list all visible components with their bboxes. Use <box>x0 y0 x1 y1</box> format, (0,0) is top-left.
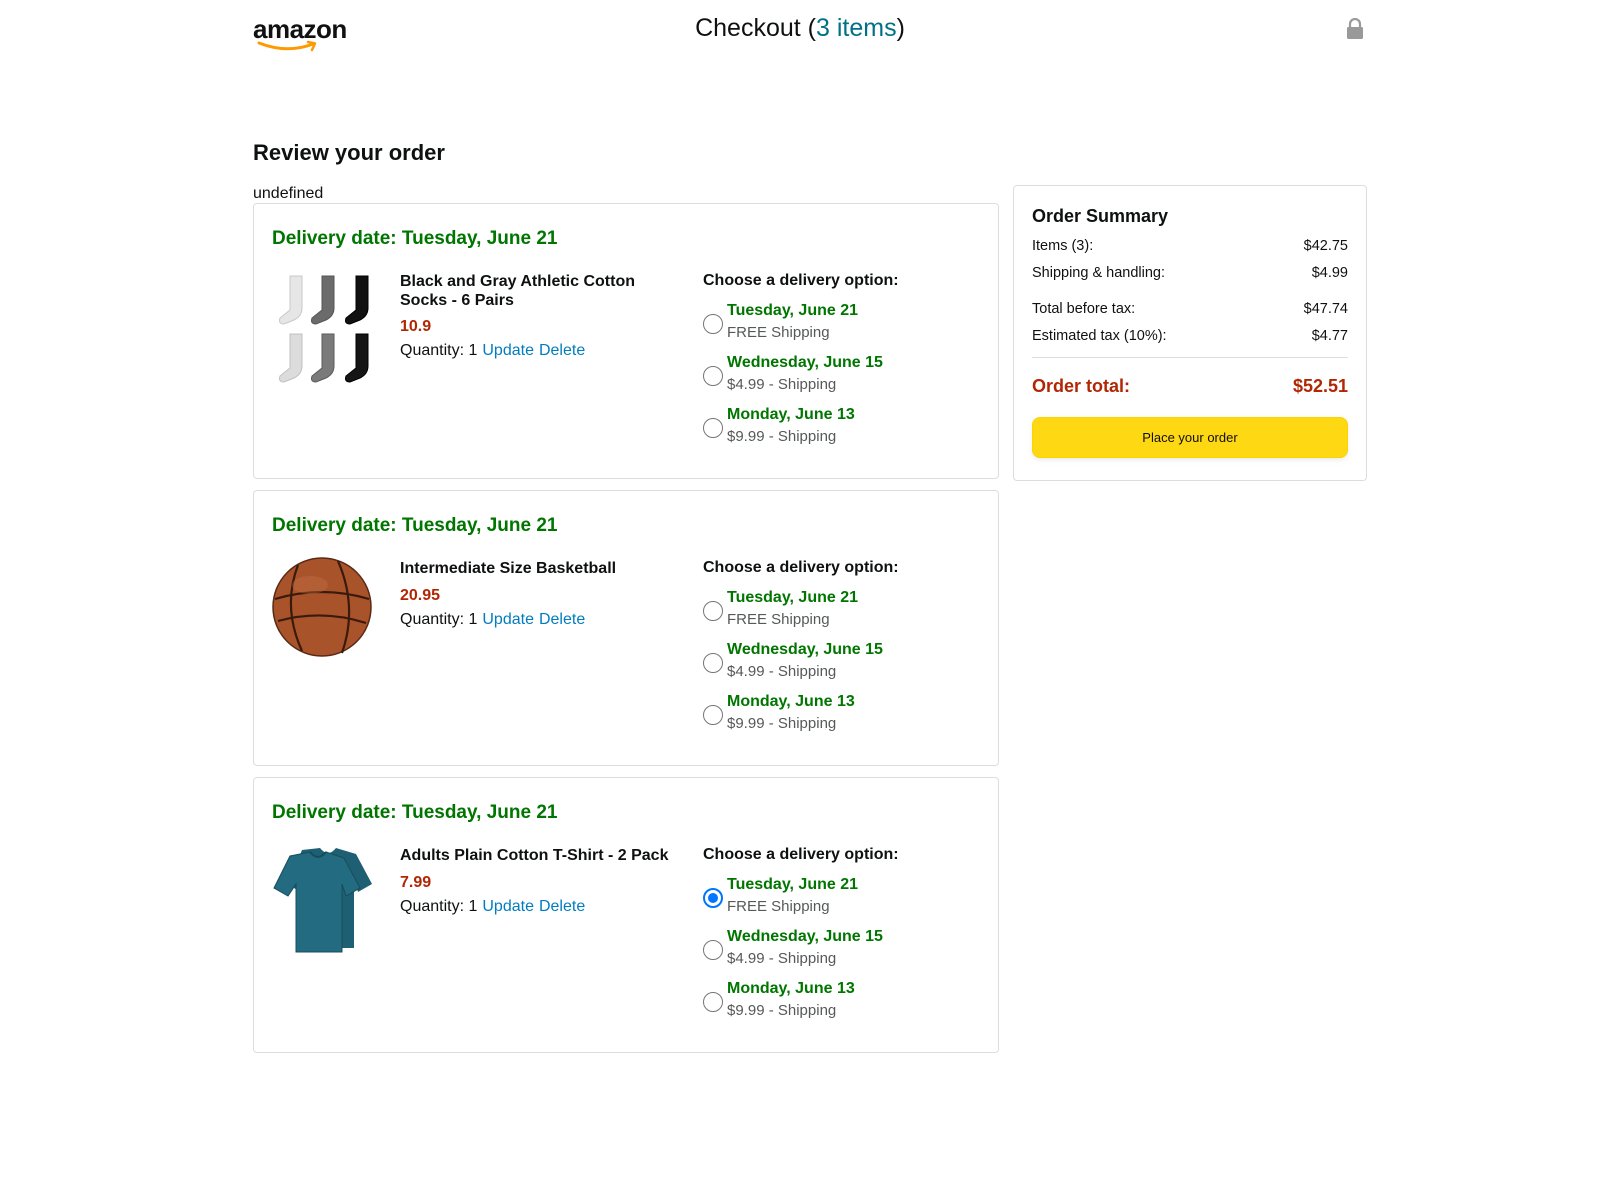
lock-icon <box>1347 18 1363 39</box>
update-quantity-link[interactable]: Update <box>482 342 534 359</box>
delivery-option-cost: FREE Shipping <box>727 324 830 341</box>
delivery-option-cost: FREE Shipping <box>727 898 830 915</box>
place-order-button[interactable]: Place your order <box>1032 417 1348 458</box>
product-quantity: Quantity: 1 Update Delete <box>400 898 586 915</box>
delivery-option[interactable]: Wednesday, June 15 $4.99 - Shipping <box>703 641 963 687</box>
delete-item-link[interactable]: Delete <box>539 898 585 915</box>
delivery-option-radio[interactable] <box>703 888 723 908</box>
delivery-option-date: Monday, June 13 <box>727 693 855 710</box>
delivery-option-date: Tuesday, June 21 <box>727 876 859 893</box>
delete-item-link[interactable]: Delete <box>539 342 585 359</box>
delivery-option-radio[interactable] <box>703 940 723 960</box>
delivery-date: Delivery date: Tuesday, June 21 <box>272 228 558 249</box>
delivery-option-radio[interactable] <box>703 418 723 438</box>
summary-value: $4.99 <box>1311 265 1348 281</box>
summary-value: $47.74 <box>1303 301 1348 317</box>
product-price: 20.95 <box>400 587 441 604</box>
product-quantity: Quantity: 1 Update Delete <box>400 611 586 628</box>
product-name: Black and Gray Athletic Cotton Socks - 6… <box>400 273 635 309</box>
order-summary: Order Summary Items (3): $42.75 Shipping… <box>1013 185 1367 481</box>
delivery-option-radio[interactable] <box>703 314 723 334</box>
basketball-product-image <box>272 557 372 657</box>
order-summary-title: Order Summary <box>1032 206 1169 226</box>
delivery-option-radio[interactable] <box>703 705 723 725</box>
socks-product-image <box>279 275 369 383</box>
summary-label: Estimated tax (10%): <box>1032 328 1167 344</box>
delivery-option-date: Monday, June 13 <box>727 406 855 423</box>
page-title: Review your order <box>253 140 445 165</box>
delivery-options-title: Choose a delivery option: <box>703 559 899 576</box>
delivery-option[interactable]: Monday, June 13 $9.99 - Shipping <box>703 406 963 452</box>
stray-text: undefined <box>253 185 324 202</box>
delivery-option-radio[interactable] <box>703 653 723 673</box>
delivery-option-date: Wednesday, June 15 <box>727 641 883 658</box>
product-name: Intermediate Size Basketball <box>400 560 617 577</box>
delivery-option-cost: $9.99 - Shipping <box>727 1002 837 1019</box>
items-count-link[interactable]: 3 items <box>816 14 897 42</box>
product-price: 7.99 <box>400 874 432 891</box>
delivery-option-cost: $9.99 - Shipping <box>727 715 837 732</box>
order-total-value: $52.51 <box>1292 376 1348 396</box>
delivery-option-cost: $9.99 - Shipping <box>727 428 837 445</box>
product-name: Adults Plain Cotton T-Shirt - 2 Pack <box>400 847 669 864</box>
summary-label: Shipping & handling: <box>1032 265 1166 281</box>
delivery-option[interactable]: Tuesday, June 21 FREE Shipping <box>703 876 963 922</box>
delivery-option[interactable]: Wednesday, June 15 $4.99 - Shipping <box>703 928 963 974</box>
order-card: Delivery date: Tuesday, June 21 Adults P… <box>253 777 999 1053</box>
delivery-option-radio[interactable] <box>703 992 723 1012</box>
delivery-option-date: Wednesday, June 15 <box>727 928 883 945</box>
delivery-option[interactable]: Tuesday, June 21 FREE Shipping <box>703 302 963 348</box>
delete-item-link[interactable]: Delete <box>539 611 585 628</box>
checkout-header: amazon Checkout (3 items) <box>0 0 1600 70</box>
delivery-option-radio[interactable] <box>703 601 723 621</box>
delivery-options-title: Choose a delivery option: <box>703 272 899 289</box>
delivery-option[interactable]: Tuesday, June 21 FREE Shipping <box>703 589 963 635</box>
delivery-option-date: Monday, June 13 <box>727 980 855 997</box>
delivery-date: Delivery date: Tuesday, June 21 <box>272 802 558 823</box>
summary-value: $4.77 <box>1311 328 1348 344</box>
summary-divider <box>1032 357 1348 358</box>
update-quantity-link[interactable]: Update <box>482 611 534 628</box>
product-price: 10.9 <box>400 318 432 335</box>
order-total-label: Order total: <box>1032 376 1131 396</box>
order-card: Delivery date: Tuesday, June 21 Intermed… <box>253 490 999 766</box>
order-card: Delivery date: Tuesday, June 21 Black an… <box>253 203 999 479</box>
delivery-option-date: Tuesday, June 21 <box>727 302 859 319</box>
delivery-option-cost: FREE Shipping <box>727 611 830 628</box>
delivery-option-date: Wednesday, June 15 <box>727 354 883 371</box>
summary-label: Items (3): <box>1032 238 1094 254</box>
tshirt-product-image <box>273 848 372 953</box>
update-quantity-link[interactable]: Update <box>482 898 534 915</box>
delivery-date: Delivery date: Tuesday, June 21 <box>272 515 558 536</box>
delivery-option-cost: $4.99 - Shipping <box>727 663 837 680</box>
delivery-option-cost: $4.99 - Shipping <box>727 950 837 967</box>
delivery-option-cost: $4.99 - Shipping <box>727 376 837 393</box>
delivery-options-title: Choose a delivery option: <box>703 846 899 863</box>
summary-label: Total before tax: <box>1032 301 1136 317</box>
summary-value: $42.75 <box>1303 238 1348 254</box>
product-quantity: Quantity: 1 Update Delete <box>400 342 586 359</box>
delivery-option-date: Tuesday, June 21 <box>727 589 859 606</box>
delivery-option[interactable]: Monday, June 13 $9.99 - Shipping <box>703 980 963 1026</box>
delivery-option[interactable]: Monday, June 13 $9.99 - Shipping <box>703 693 963 739</box>
delivery-option[interactable]: Wednesday, June 15 $4.99 - Shipping <box>703 354 963 400</box>
delivery-option-radio[interactable] <box>703 366 723 386</box>
